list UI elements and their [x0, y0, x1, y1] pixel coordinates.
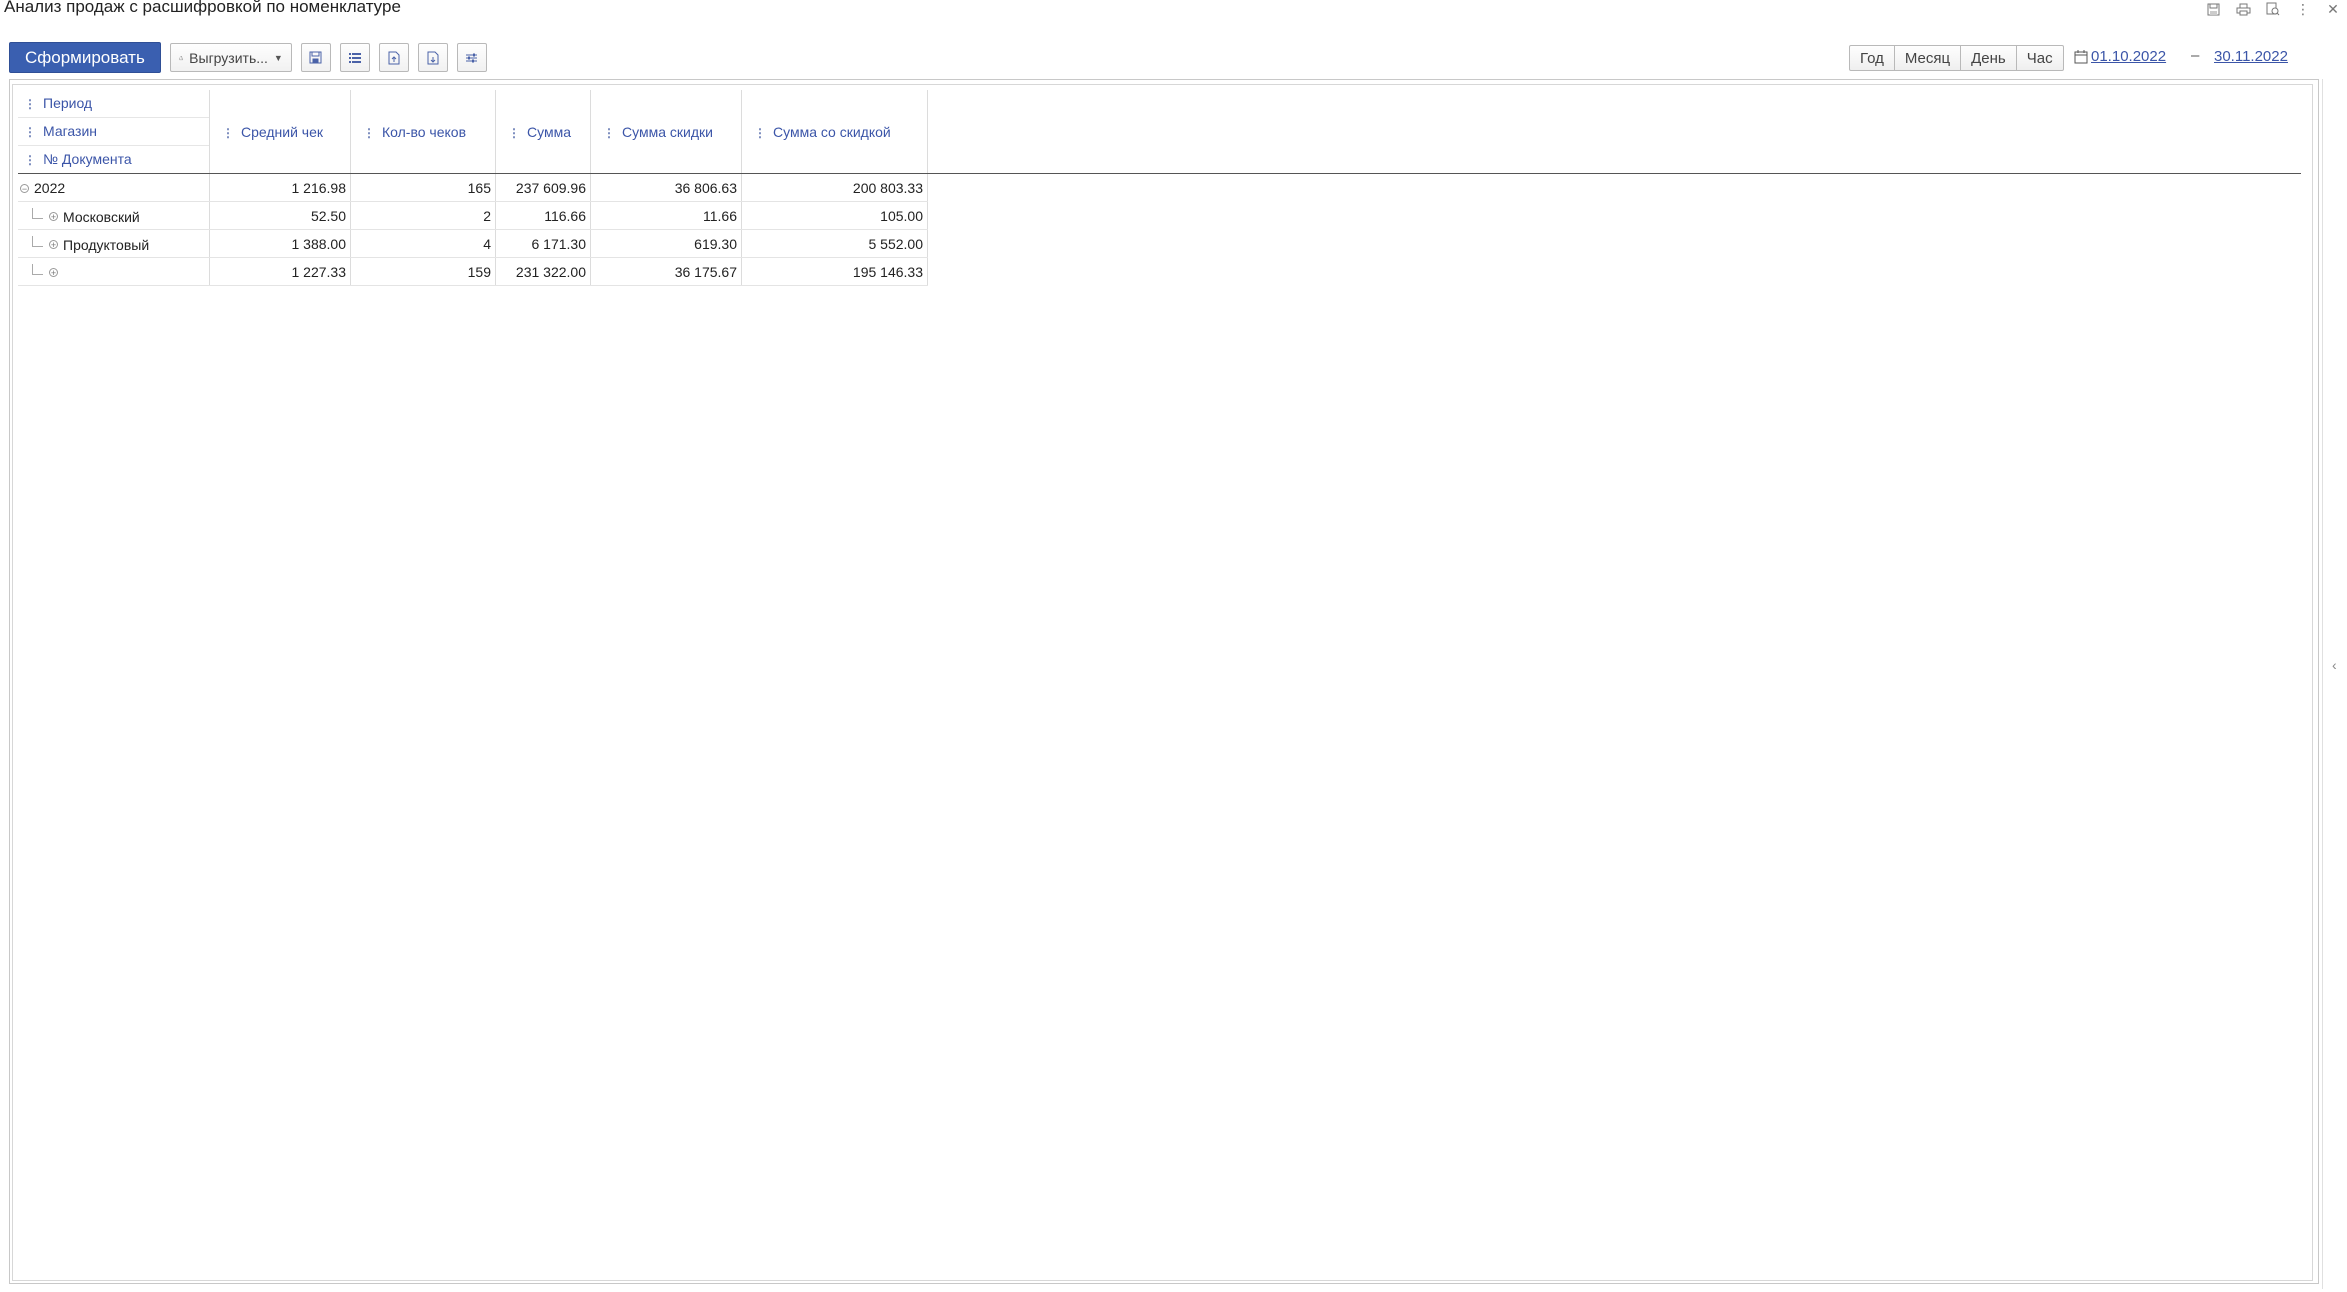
cell-value: 36 806.63 [590, 173, 742, 202]
cell-value: 200 803.33 [741, 173, 928, 202]
cell-value: 6 171.30 [495, 229, 591, 258]
table-row[interactable]: −2022 1 216.98 165 237 609.96 36 806.63 … [18, 173, 2301, 202]
row-header-store[interactable]: ⋮ Магазин [18, 118, 209, 146]
settings-icon [466, 53, 478, 62]
list-button[interactable] [339, 43, 370, 72]
export-button[interactable]: Выгрузить... ▼ [169, 43, 292, 72]
cell-value: 36 175.67 [590, 257, 742, 286]
save-icon [309, 51, 322, 64]
toolbar: Сформировать Выгрузить... ▼ [9, 42, 487, 73]
window-title: Анализ продаж с расшифровкой по номенкла… [4, 0, 401, 16]
doc-export-button[interactable] [378, 43, 409, 72]
drag-handle-icon[interactable]: ⋮ [754, 126, 766, 140]
expand-icon[interactable]: + [49, 268, 58, 278]
column-header-avg-check[interactable]: ⋮ Средний чек [209, 90, 351, 174]
collapse-icon[interactable]: − [20, 183, 29, 193]
date-to-link[interactable]: 30.11.2022 [2214, 48, 2288, 65]
tree-connector [32, 264, 43, 275]
settings-button[interactable] [456, 43, 487, 72]
expand-icon[interactable]: + [49, 240, 58, 250]
doc-export-icon [388, 51, 400, 64]
export-label: Выгрузить... [189, 49, 268, 66]
panel-divider [2322, 79, 2323, 1289]
drag-handle-icon[interactable]: ⋮ [24, 119, 36, 146]
column-header-sum-with-discount[interactable]: ⋮ Сумма со скидкой [741, 90, 928, 174]
export-icon [179, 55, 183, 60]
cell-value: 1 388.00 [209, 229, 351, 258]
row-label: + Продуктовый [18, 229, 210, 258]
list-icon [348, 52, 361, 63]
tree-connector [32, 236, 43, 247]
cell-value: 52.50 [209, 201, 351, 230]
column-header-sum[interactable]: ⋮ Сумма [495, 90, 591, 174]
row-header-group: ⋮ Период ⋮ Магазин ⋮ № Документа [18, 90, 210, 174]
period-year-button[interactable]: Год [1849, 45, 1895, 71]
table-row[interactable]: + Продуктовый 1 388.00 4 6 171.30 619.30 … [18, 229, 2301, 258]
date-from-link[interactable]: 01.10.2022 [2091, 48, 2166, 65]
expand-icon[interactable]: + [49, 212, 58, 222]
chevron-down-icon: ▼ [273, 52, 283, 63]
table-row[interactable]: + Московский 52.50 2 116.66 11.66 105.00 [18, 201, 2301, 230]
save-report-button[interactable] [300, 43, 331, 72]
cell-value: 5 552.00 [741, 229, 928, 258]
tree-connector [32, 208, 43, 219]
cell-value: 619.30 [590, 229, 742, 258]
period-selector: Год Месяц День Час [1849, 45, 2064, 71]
more-icon[interactable]: ⋮ [2295, 1, 2311, 17]
cell-value: 159 [350, 257, 496, 286]
period-day-button[interactable]: День [1960, 45, 2017, 71]
drag-handle-icon[interactable]: ⋮ [603, 126, 615, 140]
doc-import-icon [427, 51, 439, 64]
table-row[interactable]: + 1 227.33 159 231 322.00 36 175.67 195 … [18, 257, 2301, 286]
doc-import-button[interactable] [417, 43, 448, 72]
drag-handle-icon[interactable]: ⋮ [24, 91, 36, 118]
cell-value: 1 216.98 [209, 173, 351, 202]
row-header-period[interactable]: ⋮ Период [18, 90, 209, 118]
save-icon[interactable] [2205, 1, 2221, 17]
row-label: + Московский [18, 201, 210, 230]
row-label: + [18, 257, 210, 286]
row-header-document[interactable]: ⋮ № Документа [18, 146, 209, 173]
row-label: −2022 [18, 173, 210, 202]
period-month-button[interactable]: Месяц [1893, 45, 1962, 71]
report-table: ⋮ Период ⋮ Магазин ⋮ № Документа ⋮ Средний ч… [18, 90, 2301, 286]
cell-value: 195 146.33 [741, 257, 928, 286]
preview-icon[interactable] [2265, 1, 2281, 17]
column-header-discount[interactable]: ⋮ Сумма скидки [590, 90, 742, 174]
cell-value: 1 227.33 [209, 257, 351, 286]
table-header-row: ⋮ Период ⋮ Магазин ⋮ № Документа ⋮ Средний ч… [18, 90, 2301, 174]
header-filler [927, 90, 2301, 174]
cell-value: 116.66 [495, 201, 591, 230]
window-controls: ⋮ ✕ [2205, 1, 2341, 17]
drag-handle-icon[interactable]: ⋮ [508, 126, 520, 140]
close-icon[interactable]: ✕ [2325, 1, 2341, 17]
chevron-left-icon[interactable]: ‹ [2332, 657, 2337, 673]
drag-handle-icon[interactable]: ⋮ [24, 147, 36, 174]
drag-handle-icon[interactable]: ⋮ [363, 126, 375, 140]
cell-value: 165 [350, 173, 496, 202]
calendar-icon[interactable] [2073, 49, 2089, 65]
column-header-check-count[interactable]: ⋮ Кол-во чеков [350, 90, 496, 174]
cell-value: 4 [350, 229, 496, 258]
cell-value: 105.00 [741, 201, 928, 230]
cell-value: 2 [350, 201, 496, 230]
cell-value: 11.66 [590, 201, 742, 230]
print-icon[interactable] [2235, 1, 2251, 17]
drag-handle-icon[interactable]: ⋮ [222, 126, 234, 140]
period-hour-button[interactable]: Час [2015, 45, 2064, 71]
cell-value: 237 609.96 [495, 173, 591, 202]
generate-button[interactable]: Сформировать [9, 42, 161, 73]
date-separator: – [2191, 47, 2200, 64]
cell-value: 231 322.00 [495, 257, 591, 286]
